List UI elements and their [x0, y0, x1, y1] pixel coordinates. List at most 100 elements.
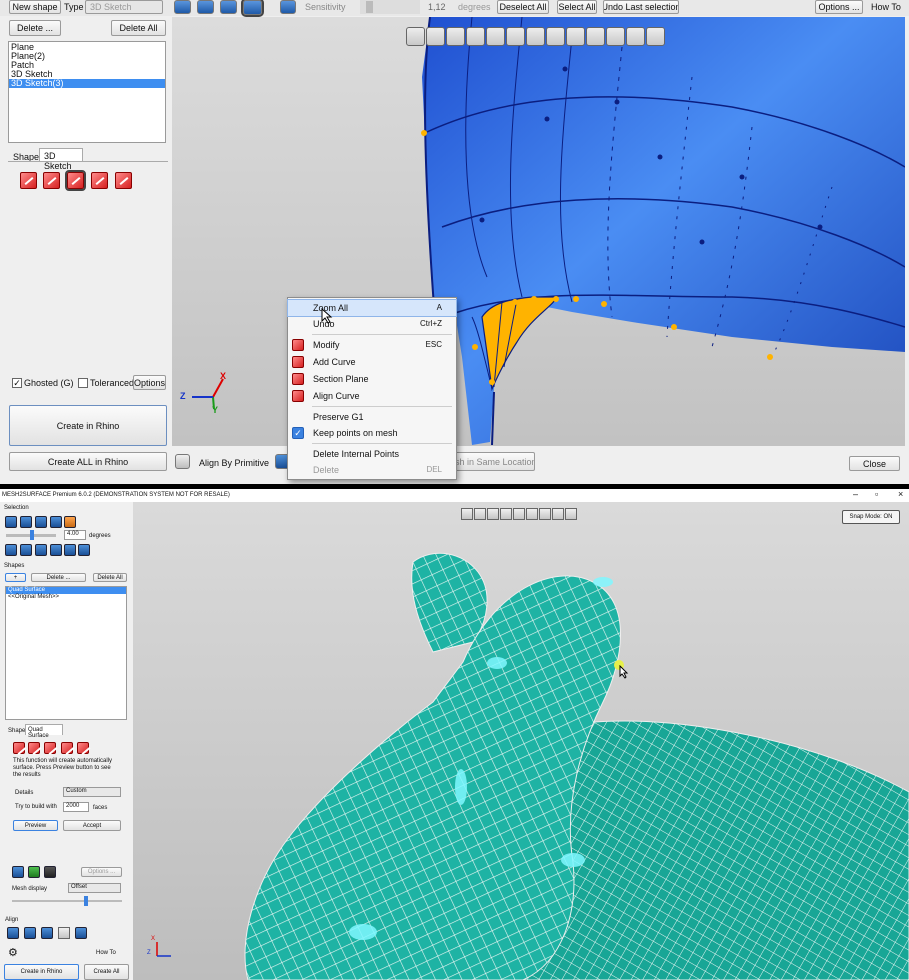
filter-tool-3[interactable]: [35, 544, 47, 556]
zoom-extents-icon[interactable]: [486, 27, 505, 46]
view-axis-icon[interactable]: [565, 508, 577, 520]
create-in-rhino-button-2[interactable]: Create in Rhino: [4, 964, 79, 980]
sketch-tool-2[interactable]: [43, 172, 60, 189]
snap-mode-button[interactable]: Snap Mode: ON: [842, 510, 900, 524]
tab-3d-sketch[interactable]: 3D Sketch: [39, 148, 83, 171]
display-mode-3[interactable]: [44, 866, 56, 878]
select-tool-5[interactable]: [64, 516, 76, 528]
select-tool-2[interactable]: [20, 516, 32, 528]
close-window-button[interactable]: ×: [898, 489, 903, 499]
sensitivity-value[interactable]: 1,12: [428, 2, 446, 12]
display-options-button[interactable]: Options ...: [81, 867, 122, 877]
menu-item-section-plane[interactable]: Section Plane: [288, 371, 456, 387]
viewport-top[interactable]: X Y Z: [172, 17, 905, 446]
options-button[interactable]: Options ...: [815, 0, 863, 14]
sketch-tool-3[interactable]: [65, 170, 86, 191]
list-item[interactable]: <<Original Mesh>>: [6, 594, 126, 601]
view-front-icon[interactable]: [474, 508, 486, 520]
view-bottom-icon[interactable]: [539, 508, 551, 520]
new-shape-button[interactable]: New shape: [9, 0, 61, 14]
zoom-icon[interactable]: [461, 508, 473, 520]
quad-tool-2[interactable]: [28, 742, 40, 754]
select-tool-1[interactable]: [174, 0, 191, 14]
select-tool-4[interactable]: [50, 516, 62, 528]
close-button[interactable]: Close: [849, 456, 900, 471]
sketch-tool-4[interactable]: [91, 172, 108, 189]
filter-tool-1[interactable]: [5, 544, 17, 556]
view-right-icon[interactable]: [513, 508, 525, 520]
menu-item-delete[interactable]: Delete DEL: [288, 462, 456, 478]
select-tool-2[interactable]: [197, 0, 214, 14]
menu-item-undo[interactable]: Undo Ctrl+Z: [288, 316, 456, 332]
select-tool-1[interactable]: [5, 516, 17, 528]
view-back-icon[interactable]: [487, 508, 499, 520]
align-primitive-icon[interactable]: [175, 454, 190, 469]
menu-item-keep-points[interactable]: ✓ Keep points on mesh: [288, 425, 456, 441]
sketch-tool-1[interactable]: [20, 172, 37, 189]
minimize-button[interactable]: –: [853, 489, 858, 499]
select-tool-4[interactable]: [241, 0, 264, 17]
align-tool-3[interactable]: [41, 927, 53, 939]
view-top-icon[interactable]: [586, 27, 605, 46]
view-left-icon[interactable]: [546, 27, 565, 46]
delete-shape-button[interactable]: Delete ...: [9, 20, 61, 36]
gear-icon[interactable]: [280, 0, 296, 14]
view-right-icon[interactable]: [566, 27, 585, 46]
deselect-all-button[interactable]: Deselect All: [497, 0, 549, 14]
menu-item-delete-internal[interactable]: Delete Internal Points: [288, 446, 456, 462]
mesh-display-select[interactable]: Offset: [68, 883, 121, 893]
toleranced-checkbox[interactable]: [78, 378, 88, 388]
how-to-link[interactable]: How To: [871, 2, 901, 12]
view-top-icon[interactable]: [526, 508, 538, 520]
undo-last-selection-button[interactable]: Undo Last selection: [603, 0, 679, 14]
view-back-icon[interactable]: [526, 27, 545, 46]
menu-item-align-curve[interactable]: Align Curve: [288, 388, 456, 404]
type-select[interactable]: 3D Sketch: [85, 0, 163, 14]
delete-all-button-2[interactable]: Delete All: [93, 573, 127, 582]
preview-button[interactable]: Preview: [13, 820, 58, 831]
quad-tool-5[interactable]: [77, 742, 89, 754]
details-select[interactable]: Custom: [63, 787, 121, 797]
filter-tool-6[interactable]: [78, 544, 90, 556]
same-location-button[interactable]: sh in Same Location: [452, 452, 535, 471]
list-item-selected[interactable]: 3D Sketch(3): [9, 79, 165, 88]
create-in-rhino-button[interactable]: Create in Rhino: [9, 405, 167, 446]
quad-tool-1[interactable]: [13, 742, 25, 754]
align-tool-4[interactable]: [58, 927, 70, 939]
create-all-in-rhino-button[interactable]: Create ALL in Rhino: [9, 452, 167, 471]
menu-item-add-curve[interactable]: Add Curve: [288, 354, 456, 370]
view-axis-icon[interactable]: [646, 27, 665, 46]
selection-slider[interactable]: [6, 530, 56, 540]
zoom-icon[interactable]: [426, 27, 445, 46]
filter-tool-4[interactable]: [50, 544, 62, 556]
align-by-primitive-label[interactable]: Align By Primitive: [199, 458, 269, 468]
select-all-button[interactable]: Select All: [557, 0, 597, 14]
filter-tool-5[interactable]: [64, 544, 76, 556]
menu-item-zoom-all[interactable]: Zoom All A: [287, 299, 457, 317]
quad-tool-4[interactable]: [61, 742, 73, 754]
settings-gear-icon[interactable]: ⚙: [8, 946, 18, 959]
display-mode-1[interactable]: [12, 866, 24, 878]
accept-button[interactable]: Accept: [63, 820, 121, 831]
faces-input[interactable]: 2000: [63, 802, 89, 812]
tab-shape-2[interactable]: Shape: [8, 728, 25, 734]
view-left-icon[interactable]: [500, 508, 512, 520]
menu-item-modify[interactable]: Modify ESC: [288, 337, 456, 353]
ghosted-checkbox[interactable]: ✓: [12, 378, 22, 388]
create-all-button[interactable]: Create All: [84, 964, 129, 980]
display-mode-2[interactable]: [28, 866, 40, 878]
menu-item-preserve-g1[interactable]: Preserve G1: [288, 409, 456, 425]
delete-shape-button-2[interactable]: Delete ...: [31, 573, 86, 582]
view-front-icon[interactable]: [506, 27, 525, 46]
select-tool-3[interactable]: [220, 0, 237, 14]
delete-all-button[interactable]: Delete All: [111, 20, 166, 36]
view-bottom-icon[interactable]: [606, 27, 625, 46]
mesh-offset-slider[interactable]: [12, 896, 122, 906]
shape-list[interactable]: Plane Plane(2) Patch 3D Sketch 3D Sketch…: [8, 41, 166, 143]
shape-list-2[interactable]: Quad Surface <<Original Mesh>>: [5, 586, 127, 720]
zoom-window-icon[interactable]: [406, 27, 425, 46]
pan-icon[interactable]: [466, 27, 485, 46]
maximize-button[interactable]: ▫: [875, 489, 878, 499]
viewport-bottom[interactable]: Snap Mode: ON X Z: [133, 502, 909, 980]
align-tool-1[interactable]: [7, 927, 19, 939]
